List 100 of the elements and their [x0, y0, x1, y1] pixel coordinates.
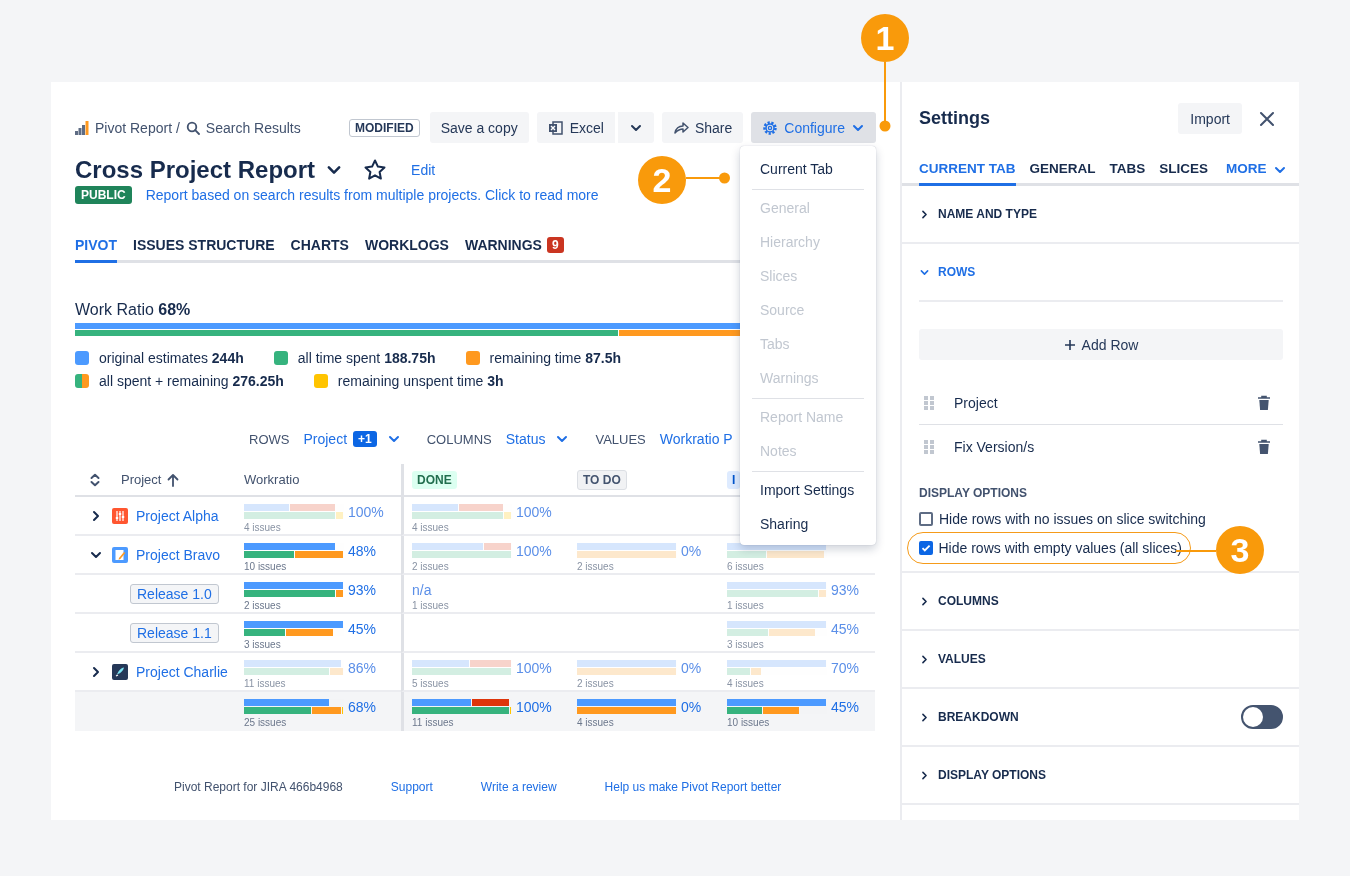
count-badge: +1	[353, 431, 377, 447]
percent-value: n/a	[412, 581, 432, 598]
toolbar-button[interactable]: Configure	[751, 112, 876, 143]
menu-item[interactable]: Current Tab	[740, 152, 876, 186]
rows-dropdown[interactable]: Project	[303, 431, 348, 447]
issue-count: 11 issues	[412, 717, 454, 728]
menu-item: Source	[759, 301, 806, 320]
search-icon	[185, 120, 200, 135]
column-header[interactable]: Project	[121, 472, 162, 487]
more-tab[interactable]: MORE	[1226, 161, 1287, 186]
issue-count: 10 issues	[727, 717, 770, 728]
bar-chart-icon	[75, 120, 89, 135]
tab[interactable]: ISSUES STRUCTURE	[133, 237, 275, 263]
percent-value: 70%	[831, 659, 860, 676]
section-header[interactable]: COLUMNS	[902, 573, 1299, 629]
footer-link[interactable]: Support	[390, 780, 433, 794]
description-link[interactable]: Report based on search results from multiple projects. Click to read more	[145, 187, 599, 203]
tab[interactable]: WORKLOGS	[364, 237, 449, 263]
version-button[interactable]: Release 1.1	[130, 622, 219, 643]
issue-count: 2 issues	[244, 600, 281, 611]
menu-item: Hierarchy	[759, 233, 821, 252]
panel-title: Settings	[919, 108, 990, 129]
percent-value: 93%	[831, 581, 860, 598]
section-header[interactable]: NAME AND TYPE	[902, 186, 1299, 242]
options-heading: DISPLAY OPTIONS	[919, 486, 1029, 500]
percent-value: 45%	[831, 620, 860, 637]
percent-value: 0%	[681, 659, 702, 676]
values-label: VALUES	[595, 431, 646, 447]
summary-title: Work Ratio 68%	[75, 301, 191, 319]
tab[interactable]: SLICES	[1159, 161, 1209, 186]
checkbox[interactable]	[919, 512, 933, 526]
section-header[interactable]: DISPLAY OPTIONS	[902, 747, 1299, 803]
project-link[interactable]: Project Alpha	[136, 507, 219, 524]
toolbar-button[interactable]: Excel	[536, 112, 615, 143]
toggle-switch[interactable]	[1241, 705, 1283, 729]
star-icon[interactable]	[363, 157, 388, 182]
version-button[interactable]: Release 1.0	[130, 583, 219, 604]
percent-value: 93%	[348, 581, 377, 598]
section-header[interactable]: VALUES	[902, 631, 1299, 687]
settings-icon	[762, 119, 779, 136]
status-badge: MODIFIED	[348, 118, 420, 137]
add-row-button[interactable]: Add Row	[919, 329, 1283, 360]
legend-label: all time spent 188.75h	[297, 350, 436, 366]
drag-handle-icon[interactable]	[924, 439, 934, 454]
values-dropdown[interactable]: Workratio P	[659, 431, 733, 447]
tab[interactable]: TABS	[1109, 161, 1146, 186]
dropdown-button[interactable]	[617, 112, 654, 143]
drag-handle-icon[interactable]	[924, 395, 934, 410]
import-button[interactable]: Import	[1178, 103, 1242, 134]
percent-value: 48%	[348, 542, 377, 559]
trash-icon[interactable]	[1257, 394, 1271, 411]
project-link[interactable]: Project Charlie	[136, 663, 228, 680]
toolbar-button[interactable]: Share	[661, 112, 744, 143]
tab[interactable]: CHARTS	[290, 237, 349, 263]
columns-label: COLUMNS	[426, 431, 492, 447]
leader-line	[686, 172, 731, 184]
percent-value: 100%	[516, 698, 552, 715]
menu-item: Notes	[759, 442, 798, 461]
percent-value: 45%	[831, 698, 860, 715]
footer-link[interactable]: Write a review	[480, 780, 557, 794]
toolbar-button[interactable]: Save a copy	[429, 112, 529, 143]
footer-link[interactable]: Help us make Pivot Report better	[604, 780, 782, 794]
chevron-right-icon	[919, 595, 930, 607]
close-icon[interactable]	[1258, 109, 1276, 128]
column-header: Workratio	[244, 472, 300, 487]
columns-dropdown[interactable]: Status	[505, 431, 546, 447]
section-header[interactable]: ROWS	[919, 244, 1283, 302]
share-icon	[672, 119, 689, 136]
legend-label: original estimates 244h	[99, 350, 244, 366]
percent-value: 0%	[681, 698, 702, 715]
menu-item: Slices	[759, 267, 799, 286]
tab[interactable]: CURRENT TAB	[919, 161, 1016, 186]
menu-item[interactable]: Import Settings	[740, 473, 876, 507]
section-header[interactable]: BREAKDOWN	[902, 689, 1299, 745]
chevron-right-icon	[919, 208, 930, 220]
issue-count: 1 issues	[412, 600, 449, 611]
issue-count: 4 issues	[244, 522, 281, 533]
project-link[interactable]: Project Bravo	[136, 546, 221, 563]
tab[interactable]: WARNINGS 9	[464, 237, 564, 263]
legend-label: remaining unspent time 3h	[337, 373, 504, 389]
tab[interactable]: GENERAL	[1029, 161, 1096, 186]
trash-icon[interactable]	[1257, 438, 1271, 455]
edit-link[interactable]: Edit	[411, 161, 436, 178]
issue-count: 5 issues	[412, 678, 449, 689]
tab[interactable]: PIVOT	[75, 237, 117, 263]
menu-item[interactable]: Sharing	[740, 507, 876, 541]
issue-count: 6 issues	[727, 561, 764, 572]
chevron-right-icon	[919, 769, 930, 781]
callout-badge: 1	[861, 14, 909, 62]
breadcrumb-link[interactable]: Pivot Report /	[95, 119, 180, 136]
spreadsheet-icon	[547, 119, 564, 136]
menu-item: Tabs	[759, 335, 791, 354]
issue-count: 2 issues	[577, 678, 614, 689]
percent-value: 100%	[516, 542, 552, 559]
chevron-right-icon	[919, 711, 930, 723]
checkbox[interactable]	[918, 541, 933, 555]
percent-value: 100%	[348, 503, 384, 520]
leader-line	[879, 62, 891, 132]
sort-icon[interactable]	[89, 472, 101, 487]
issue-count: 1 issues	[727, 600, 764, 611]
